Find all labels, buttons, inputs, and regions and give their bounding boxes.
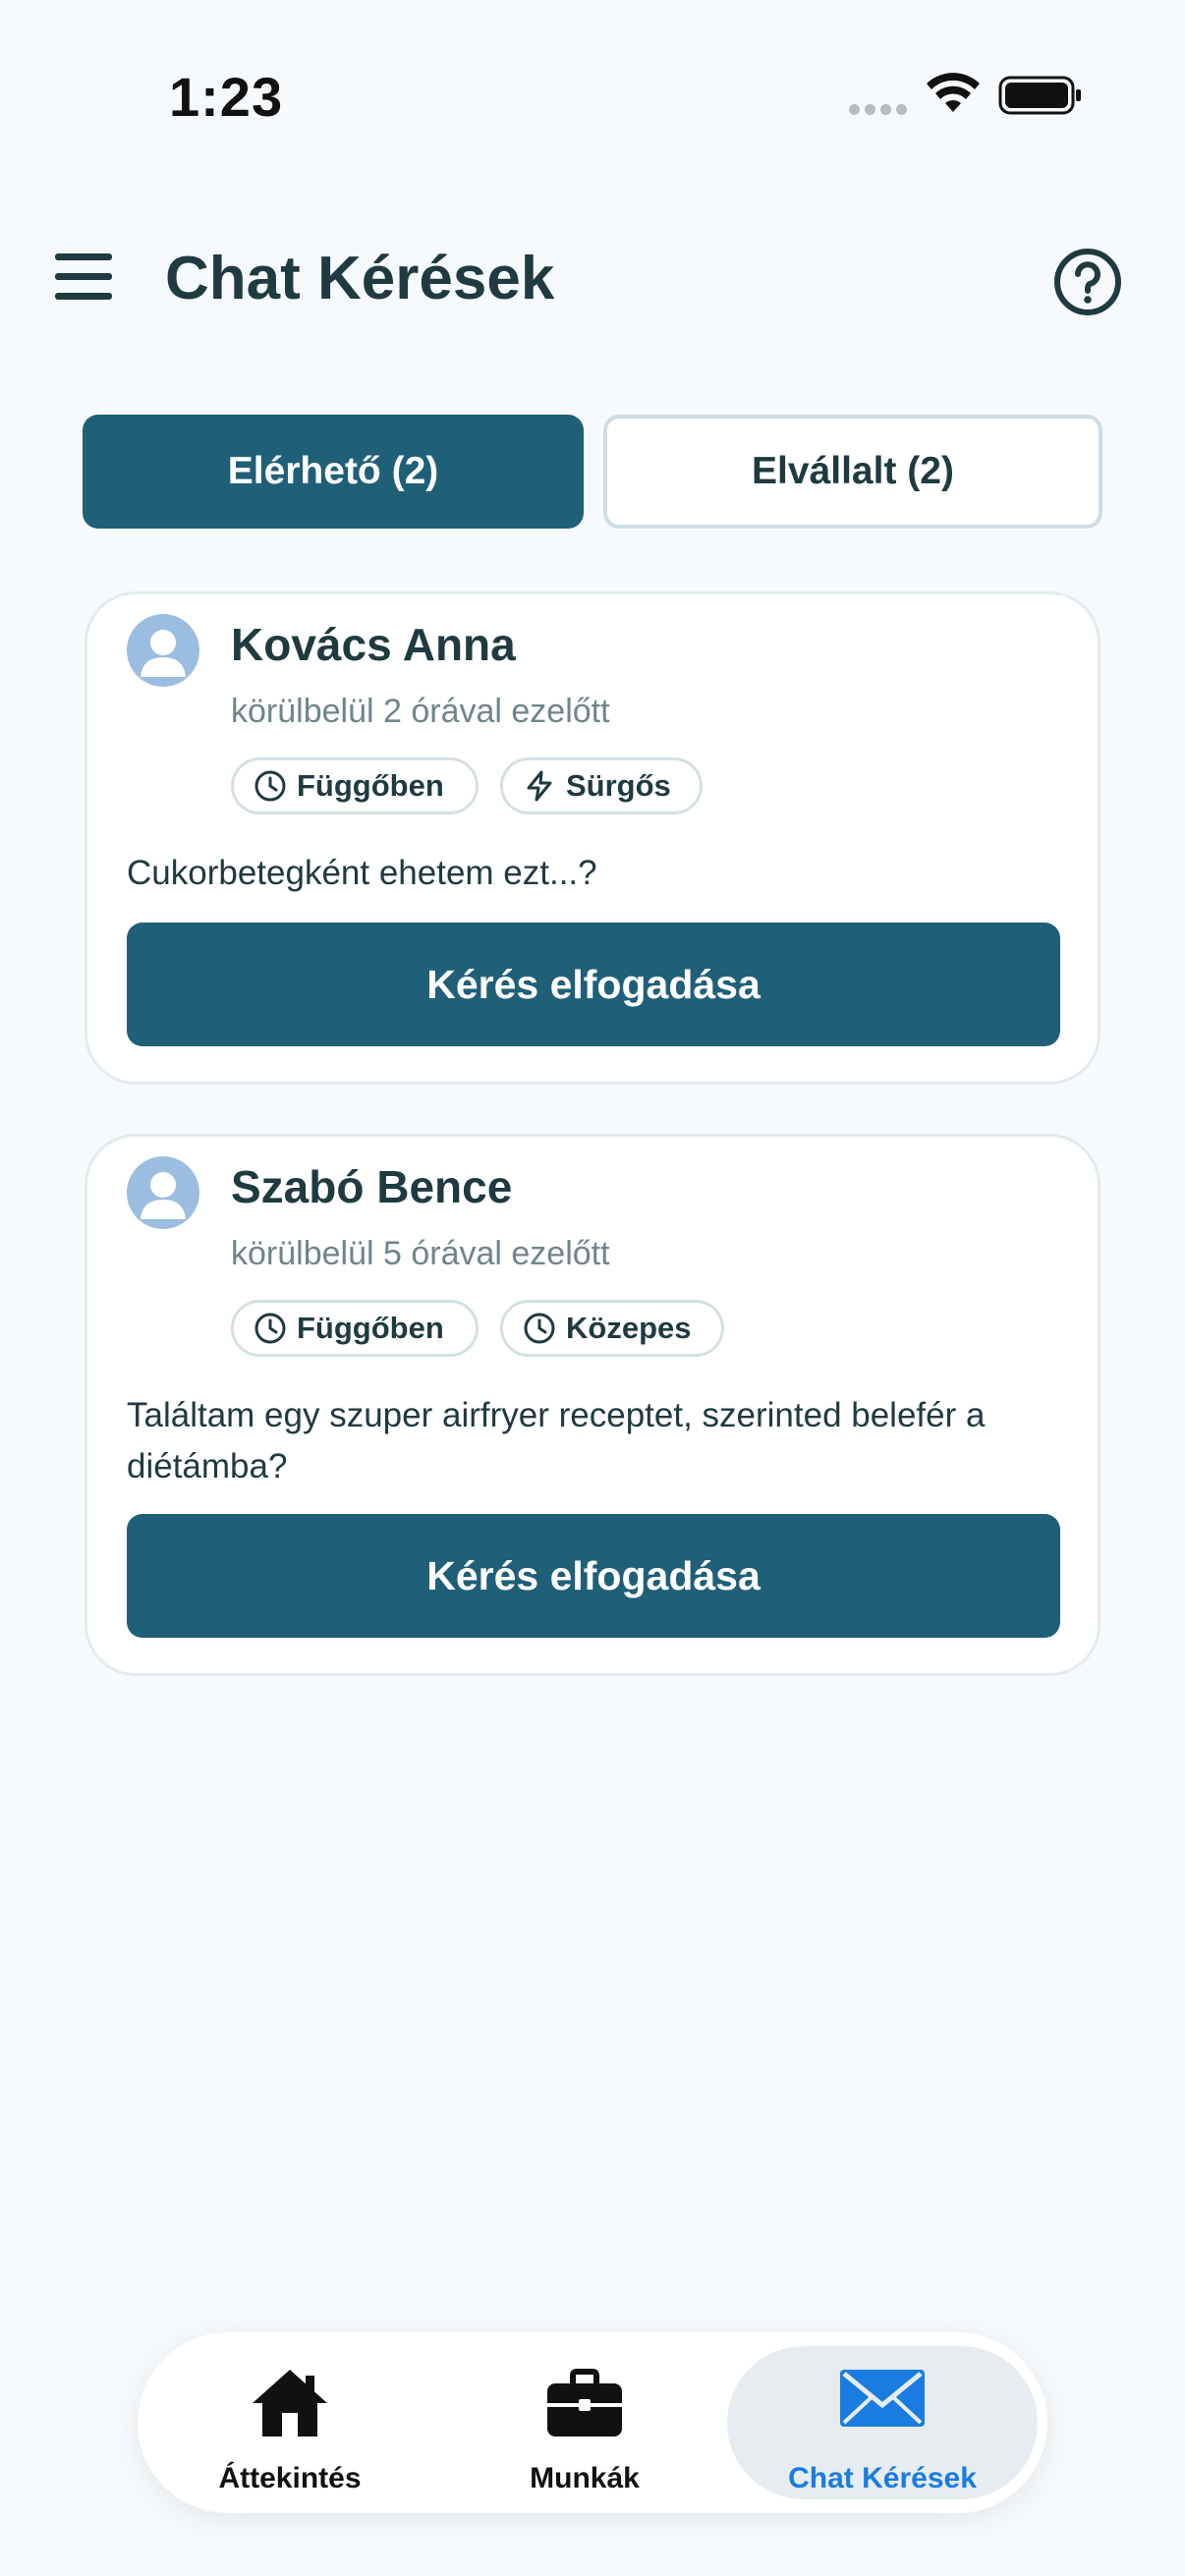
status-badge: Függőben xyxy=(231,1300,479,1357)
status-time: 1:23 xyxy=(169,66,284,128)
priority-badge: Közepes xyxy=(500,1300,724,1357)
nav-label: Áttekintés xyxy=(218,2462,362,2494)
clock-icon xyxy=(524,1313,555,1344)
request-message: Találtam egy szuper airfryer receptet, s… xyxy=(127,1396,986,1485)
avatar-icon xyxy=(127,1156,199,1229)
request-time: körülbelül 5 órával ezelőtt xyxy=(231,1235,610,1272)
status-badge-label: Függőben xyxy=(297,768,444,803)
requester-name: Szabó Bence xyxy=(231,1161,513,1212)
nav-label: Chat Kérések xyxy=(788,2462,977,2494)
accept-request-button[interactable]: Kérés elfogadása xyxy=(127,1514,1060,1638)
request-card: Szabó Bence körülbelül 5 órával ezelőtt … xyxy=(85,1134,1100,1676)
nav-item-chat-requests[interactable]: Chat Kérések xyxy=(727,2346,1038,2499)
priority-badge-label: Közepes xyxy=(566,1311,692,1345)
nav-item-overview[interactable]: Áttekintés xyxy=(197,2346,383,2499)
help-icon[interactable] xyxy=(1053,248,1122,316)
nav-item-jobs[interactable]: Munkák xyxy=(491,2346,678,2499)
tab-accepted[interactable]: Elvállalt (2) xyxy=(603,415,1102,529)
status-badge: Függőben xyxy=(231,757,479,814)
request-tabs: Elérhető (2) Elvállalt (2) xyxy=(83,415,1102,529)
status-bar: 1:23 xyxy=(0,0,1185,187)
battery-icon xyxy=(998,76,1081,115)
wifi-icon xyxy=(927,73,980,112)
nav-label: Munkák xyxy=(530,2462,640,2494)
request-card: Kovács Anna körülbelül 2 órával ezelőtt … xyxy=(85,591,1100,1085)
envelope-icon xyxy=(840,2370,925,2427)
briefcase-icon xyxy=(547,2369,622,2436)
avatar-icon xyxy=(127,614,199,687)
lightning-icon xyxy=(527,770,552,802)
requester-name: Kovács Anna xyxy=(231,619,516,670)
priority-badge-label: Sürgős xyxy=(566,768,671,803)
signal-icon xyxy=(849,104,908,116)
request-message: Cukorbetegként ehetem ezt...? xyxy=(127,854,597,892)
page-title: Chat Kérések xyxy=(165,245,555,312)
accept-request-button[interactable]: Kérés elfogadása xyxy=(127,923,1060,1046)
status-badge-label: Függőben xyxy=(297,1311,444,1345)
bottom-navigation: Áttekintés Munkák Chat Kérések xyxy=(138,2332,1047,2513)
priority-badge: Sürgős xyxy=(500,757,703,814)
clock-icon xyxy=(254,1313,286,1344)
clock-icon xyxy=(254,770,286,802)
menu-icon[interactable] xyxy=(55,250,112,303)
home-icon xyxy=(253,2370,327,2436)
app-header: Chat Kérések xyxy=(0,226,1185,344)
tab-available[interactable]: Elérhető (2) xyxy=(83,415,584,529)
request-time: körülbelül 2 órával ezelőtt xyxy=(231,693,610,730)
